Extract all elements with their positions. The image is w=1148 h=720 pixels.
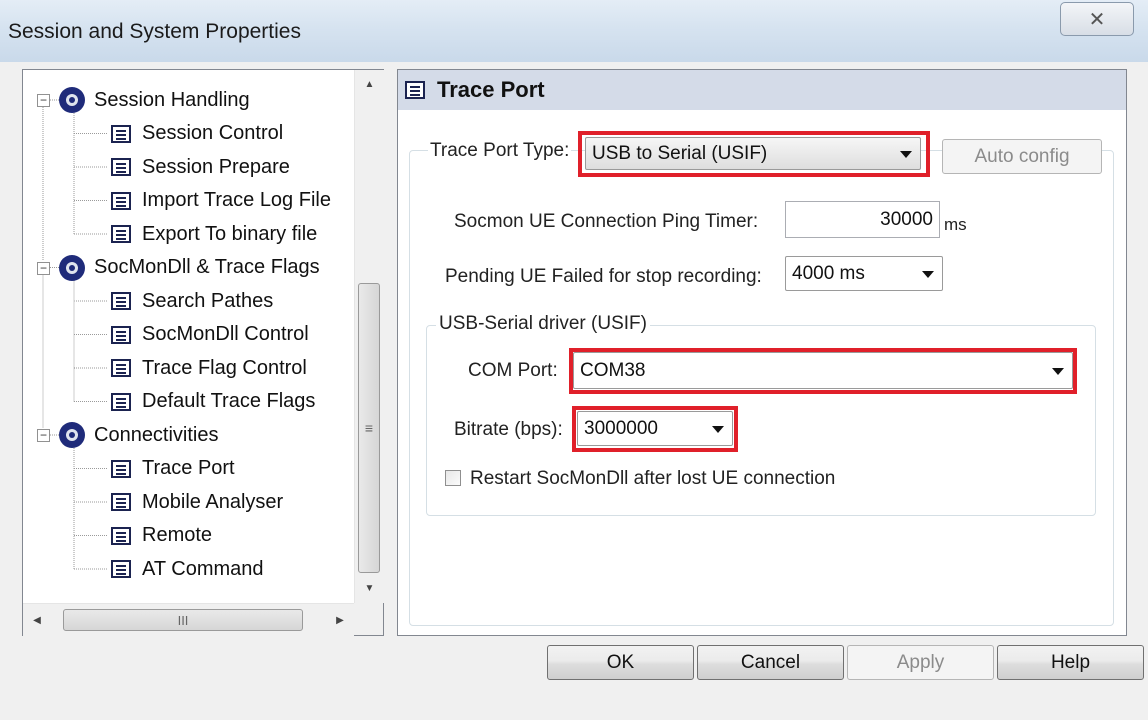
tree-item[interactable]: Trace Port	[111, 453, 238, 485]
document-icon	[111, 292, 131, 310]
bitrate-label: Bitrate (bps):	[454, 419, 563, 440]
tree-item[interactable]: Trace Flag Control	[111, 352, 310, 384]
tree-item-label: Trace Flag Control	[142, 356, 307, 379]
collapse-toggle-icon[interactable]: −	[37, 261, 50, 275]
tree-item-label: Export To binary file	[142, 222, 318, 245]
document-icon	[111, 493, 131, 511]
document-icon	[111, 158, 131, 176]
document-icon	[111, 560, 131, 578]
document-icon	[111, 325, 131, 344]
scroll-right-arrow-icon[interactable]: ▶	[326, 604, 354, 636]
gear-icon	[59, 422, 85, 448]
scroll-left-arrow-icon[interactable]: ◀	[23, 604, 51, 636]
restart-socmondll-label: Restart SocMonDll after lost UE connecti…	[470, 468, 836, 489]
ping-timer-label: Socmon UE Connection Ping Timer:	[454, 211, 759, 232]
tree-item[interactable]: Session Prepare	[111, 151, 293, 183]
grip-icon: ≡	[364, 420, 374, 436]
restart-socmondll-checkbox[interactable]	[445, 470, 461, 486]
chevron-down-icon	[922, 270, 934, 278]
document-icon	[111, 225, 131, 243]
tree-item-label: Session Control	[142, 122, 284, 144]
tree-item[interactable]: Search Pathes	[111, 285, 276, 317]
trace-port-type-label: Trace Port Type:	[428, 140, 572, 162]
properties-dialog: Session and System Properties ✕ Session …	[0, 0, 1148, 720]
tree-horizontal-scrollbar[interactable]: ◀ III ▶	[23, 603, 354, 636]
tree-item-label: Connectivities	[94, 423, 219, 446]
tree-item[interactable]: SocMonDll Control	[111, 319, 312, 351]
document-icon	[111, 459, 131, 478]
ping-timer-unit: ms	[944, 215, 967, 234]
tree-item[interactable]: Session Control	[111, 118, 286, 150]
highlight-box-com-port	[569, 348, 1077, 394]
panel-header: Trace Port	[398, 70, 1126, 110]
usb-serial-group-label: USB-Serial driver (USIF)	[436, 313, 650, 335]
document-icon	[111, 191, 131, 210]
document-icon	[111, 124, 131, 143]
auto-config-button[interactable]: Auto config	[942, 139, 1102, 174]
trace-port-panel: Trace Port Trace Port Type: USB to Seria…	[397, 69, 1127, 636]
ok-label: OK	[606, 651, 635, 673]
tree-item-label: AT Command	[142, 557, 264, 580]
document-icon	[405, 81, 425, 99]
com-port-label: COM Port:	[468, 360, 558, 381]
window-title: Session and System Properties	[8, 20, 301, 43]
settings-tree: Session Handling − Session Control Session …	[23, 70, 353, 602]
document-icon	[111, 526, 131, 545]
tree-item[interactable]: Export To binary file	[111, 218, 320, 250]
collapse-toggle-icon[interactable]: −	[37, 94, 50, 107]
tree-vertical-scrollbar[interactable]: ▲ ≡ ▼	[354, 70, 384, 603]
dialog-client-area: Session Handling − Session Control Session …	[0, 62, 1148, 720]
tree-item[interactable]: Remote	[111, 520, 215, 552]
scroll-down-arrow-icon[interactable]: ▼	[355, 574, 384, 603]
tree-item[interactable]: Default Trace Flags	[111, 386, 318, 418]
close-button[interactable]: ✕	[1060, 2, 1134, 36]
tree-item-label: Search Pathes	[142, 289, 274, 312]
panel-title: Trace Port	[437, 77, 545, 102]
tree-item[interactable]: Mobile Analyser	[111, 486, 286, 518]
tree-item-label: SocMonDll Control	[142, 323, 309, 345]
document-icon	[111, 359, 131, 377]
ping-timer-value: 30000	[880, 208, 933, 230]
ok-button[interactable]: OK	[547, 645, 694, 680]
tree-item-label: Default Trace Flags	[142, 390, 316, 412]
help-button[interactable]: Help	[997, 645, 1144, 680]
tree-item[interactable]: AT Command	[111, 553, 267, 585]
settings-tree-panel: Session Handling − Session Control Session …	[22, 69, 384, 636]
highlight-box-bitrate	[572, 406, 738, 452]
help-label: Help	[1050, 651, 1091, 673]
scroll-up-arrow-icon[interactable]: ▲	[355, 70, 384, 99]
collapse-toggle-icon[interactable]: −	[37, 429, 50, 442]
ping-timer-input[interactable]: 30000	[785, 201, 940, 238]
tree-item[interactable]: Connectivities	[59, 419, 222, 451]
tree-item[interactable]: Import Trace Log File	[111, 185, 334, 217]
cancel-button[interactable]: Cancel	[697, 645, 844, 680]
apply-button[interactable]: Apply	[847, 645, 994, 680]
tree-item-label: Session Prepare	[142, 155, 290, 178]
close-icon: ✕	[1088, 8, 1106, 31]
tree-item[interactable]: Session Handling	[59, 84, 253, 116]
title-bar[interactable]: Session and System Properties ✕	[0, 0, 1148, 62]
pending-ue-failed-dropdown[interactable]: 4000 ms	[785, 256, 943, 291]
tree-item-label: SocMonDll & Trace Flags	[94, 256, 320, 278]
tree-item-label: Session Handling	[94, 88, 250, 111]
tree-item-label: Mobile Analyser	[142, 490, 284, 513]
horizontal-scroll-thumb[interactable]: III	[63, 609, 303, 631]
gear-icon	[59, 87, 85, 113]
document-icon	[111, 392, 131, 411]
apply-label: Apply	[896, 651, 945, 673]
tree-item-label: Trace Port	[139, 457, 238, 480]
highlight-box-trace-port-type	[578, 131, 930, 177]
tree-item-label: Remote	[142, 524, 213, 546]
pending-ue-failed-label: Pending UE Failed for stop recording:	[445, 266, 762, 287]
tree-item-label: Import Trace Log File	[142, 189, 331, 211]
pending-ue-failed-value: 4000 ms	[792, 262, 865, 284]
scrollbar-corner	[354, 603, 383, 635]
tree-item[interactable]: SocMonDll & Trace Flags	[59, 252, 323, 284]
vertical-scroll-thumb[interactable]: ≡	[358, 283, 380, 573]
auto-config-label: Auto config	[974, 145, 1070, 167]
gear-icon	[59, 254, 85, 281]
cancel-label: Cancel	[740, 651, 801, 673]
grip-icon: III	[177, 612, 189, 628]
